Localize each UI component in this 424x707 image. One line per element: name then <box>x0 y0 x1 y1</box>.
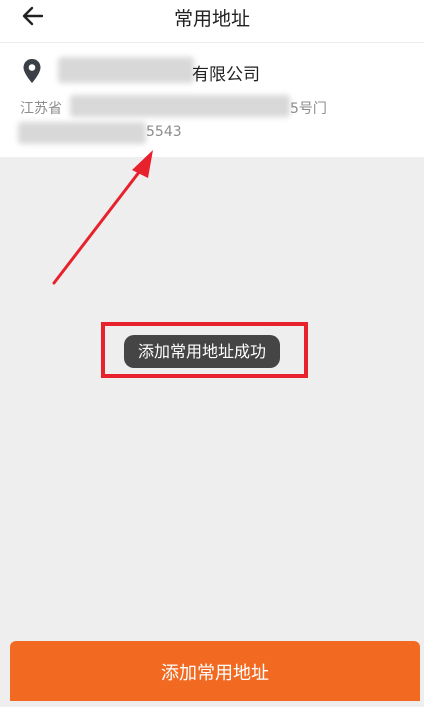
company-name-suffix: 有限公司 <box>192 65 260 85</box>
page-title: 常用地址 <box>173 8 250 30</box>
redacted-phone <box>18 122 146 144</box>
success-toast: 添加常用地址成功 <box>124 335 281 368</box>
location-pin-icon <box>22 58 42 84</box>
redacted-company-name <box>58 57 194 83</box>
address-card[interactable]: 有限公司 江苏省 5号门 5543 <box>0 43 424 157</box>
address-prefix: 江苏省 <box>20 101 62 117</box>
add-common-address-button[interactable]: 添加常用地址 <box>10 641 420 701</box>
phone-suffix: 5543 <box>146 124 182 140</box>
redacted-address <box>70 95 290 117</box>
address-suffix: 5号门 <box>290 101 327 117</box>
top-bar: 常用地址 <box>0 0 424 43</box>
